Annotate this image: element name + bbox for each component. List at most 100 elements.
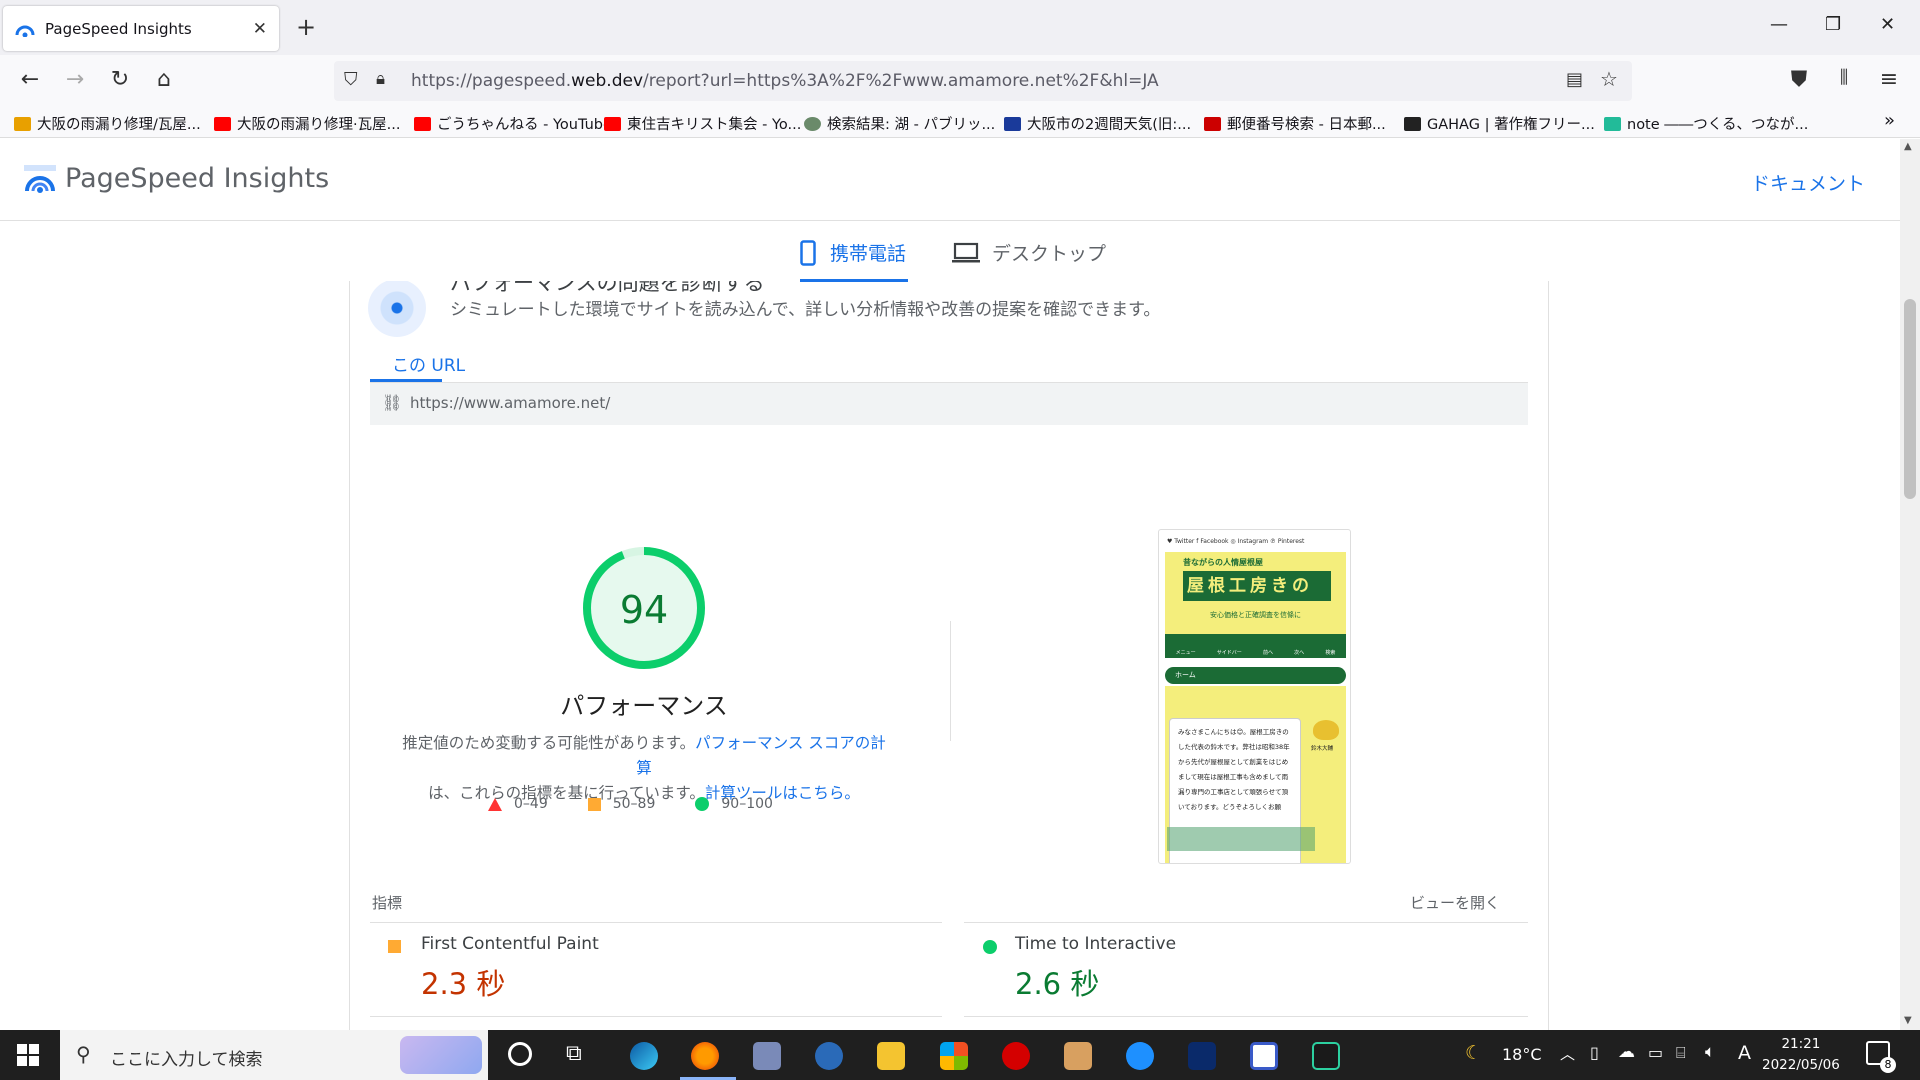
site-logo: 屋根工房きのした xyxy=(1183,571,1331,626)
lock-icon[interactable]: 🔒︎ xyxy=(376,69,385,89)
pagespeed-logo-icon[interactable] xyxy=(24,165,56,193)
volume-icon[interactable]: 🔈︎ xyxy=(1705,1042,1715,1062)
bookmark-item[interactable]: 郵便番号検索 - 日本郵... xyxy=(1204,113,1386,134)
library-icon[interactable]: ⫼ xyxy=(1830,67,1858,88)
battery-icon[interactable]: ▭ xyxy=(1648,1043,1663,1062)
reader-view-icon[interactable]: ▤ xyxy=(1566,69,1583,90)
firefox-icon[interactable] xyxy=(691,1042,719,1070)
page-content: PageSpeed Insights ドキュメント 携帯電話 デスクトップ パフ… xyxy=(0,139,1900,1030)
cortana-icon[interactable] xyxy=(508,1042,532,1066)
performance-score: 94 xyxy=(619,588,669,632)
bookmark-favicon-icon xyxy=(14,116,31,131)
japan-post-icon xyxy=(1204,116,1221,131)
bookmark-item[interactable]: 大阪の雨漏り修理/瓦屋... xyxy=(14,113,201,134)
mascot-image xyxy=(1313,720,1339,740)
tab-mobile[interactable]: 携帯電話 xyxy=(800,239,906,266)
url-text: https://pagespeed.web.dev/report?url=htt… xyxy=(411,71,1159,91)
app-icon[interactable] xyxy=(1126,1042,1154,1070)
youtube-icon xyxy=(604,116,621,131)
close-window-icon[interactable]: ✕ xyxy=(1880,14,1895,35)
final-screenshot: ♥ Twitter f Facebook ◎ Instagram ℗ Pinte… xyxy=(1158,529,1351,864)
gahag-icon xyxy=(1404,116,1421,131)
file-explorer-icon[interactable] xyxy=(877,1042,905,1070)
tab-desktop-label: デスクトップ xyxy=(992,243,1107,265)
site-banner: 昔ながらの人情屋根屋 屋根工房きのした 安心価格と正確調査を信條に xyxy=(1165,552,1346,634)
weather-moon-icon[interactable]: ☾ xyxy=(1465,1042,1482,1064)
search-highlight-image[interactable] xyxy=(400,1036,482,1074)
good-circle-icon xyxy=(983,940,997,954)
scrollbar-thumb[interactable] xyxy=(1904,299,1916,499)
bookmark-item[interactable]: 大阪の雨漏り修理·瓦屋... xyxy=(214,113,400,134)
reload-icon[interactable]: ↻ xyxy=(106,67,134,92)
analyzed-url-row: ⛓ https://www.amamore.net/ xyxy=(370,383,1528,425)
performance-label: パフォーマンス xyxy=(560,692,728,720)
app-icon[interactable] xyxy=(1188,1042,1216,1070)
app-icon[interactable] xyxy=(1250,1042,1278,1070)
bookmark-item[interactable]: GAHAG | 著作権フリー... xyxy=(1404,113,1595,134)
home-icon[interactable]: ⌂ xyxy=(150,67,178,92)
square-icon xyxy=(587,797,601,811)
windows-start-icon[interactable] xyxy=(17,1044,39,1066)
bookmark-item[interactable]: 検索結果: 湖 - パブリッ... xyxy=(804,113,995,134)
legend-average: 50–89 xyxy=(587,796,655,812)
legend-good: 90–100 xyxy=(695,796,773,812)
task-view-icon[interactable]: ⧉ xyxy=(566,1041,582,1066)
tab-desktop[interactable]: デスクトップ xyxy=(952,239,1106,266)
store-icon[interactable] xyxy=(940,1042,968,1070)
restore-icon[interactable]: ❐ xyxy=(1825,14,1841,35)
report-card: パフォーマンスの問題を診断する シミュレートした環境でサイトを読み込んで、詳しい… xyxy=(349,281,1549,1030)
network-icon[interactable]: ⌸ xyxy=(1676,1043,1686,1063)
menu-icon[interactable]: ≡ xyxy=(1875,67,1903,92)
youtube-icon xyxy=(414,116,431,131)
app-icon[interactable] xyxy=(815,1042,843,1070)
psi-title[interactable]: PageSpeed Insights xyxy=(65,163,329,194)
bookmark-item[interactable]: note ――つくる、つなが... xyxy=(1604,113,1808,134)
minimize-icon[interactable]: — xyxy=(1770,14,1788,35)
system-clock[interactable]: 21:21 2022/05/06 xyxy=(1762,1034,1840,1076)
chevron-up-icon[interactable]: ︿ xyxy=(1560,1043,1575,1064)
desc-text: 推定値のため変動する可能性があります。 xyxy=(402,734,696,752)
bookmarks-toolbar: 大阪の雨漏り修理/瓦屋... 大阪の雨漏り修理·瓦屋... ごうちゃんねる - … xyxy=(0,107,1920,138)
expand-view-toggle[interactable]: ビューを開く xyxy=(1410,892,1500,913)
address-bar[interactable]: ⛉ 🔒︎ https://pagespeed.web.dev/report?ur… xyxy=(334,61,1632,101)
pocket-icon[interactable]: ⛊ xyxy=(1785,67,1813,92)
app-icon[interactable] xyxy=(1064,1042,1092,1070)
bookmark-item[interactable]: ごうちゃんねる - YouTube xyxy=(414,113,612,134)
bookmark-item[interactable]: 東住吉キリスト集会 - Yo... xyxy=(604,113,801,134)
site-breadcrumb: ホーム xyxy=(1165,667,1346,684)
bookmark-star-icon[interactable]: ☆ xyxy=(1600,67,1618,91)
scroll-up-icon[interactable]: ▲ xyxy=(1904,141,1912,152)
mascot-name: 鈴木大輔 xyxy=(1311,746,1334,752)
forward-icon[interactable]: → xyxy=(61,67,89,92)
ime-indicator[interactable]: A xyxy=(1738,1042,1751,1064)
bookmark-item[interactable]: 大阪市の2週間天気(旧:... xyxy=(1004,113,1191,134)
edge-icon[interactable] xyxy=(630,1042,658,1070)
more-bookmarks-icon[interactable]: » xyxy=(1884,110,1895,131)
scroll-down-icon[interactable]: ▼ xyxy=(1904,1015,1912,1026)
psi-header: PageSpeed Insights ドキュメント xyxy=(0,139,1900,221)
weather-temperature[interactable]: 18°C xyxy=(1502,1045,1542,1064)
tab-this-url[interactable]: この URL xyxy=(392,351,465,376)
metric-name: First Contentful Paint xyxy=(421,934,599,954)
taskbar-search[interactable]: ⚲ ここに入力して検索 xyxy=(60,1030,488,1080)
close-tab-icon[interactable]: ✕ xyxy=(253,19,267,39)
search-placeholder: ここに入力して検索 xyxy=(110,1050,263,1070)
device-icon[interactable]: ▯ xyxy=(1590,1043,1599,1062)
onedrive-icon[interactable]: ☁ xyxy=(1618,1042,1635,1062)
metric-name: Time to Interactive xyxy=(1015,934,1177,954)
device-tabs: 携帯電話 デスクトップ xyxy=(0,221,1900,282)
back-icon[interactable]: ← xyxy=(16,67,44,92)
score-legend: 0–49 50–89 90–100 xyxy=(488,796,773,812)
app-icon[interactable] xyxy=(1312,1042,1340,1070)
legend-poor: 0–49 xyxy=(488,796,548,812)
app-icon[interactable] xyxy=(753,1042,781,1070)
shield-icon[interactable]: ⛉ xyxy=(344,69,358,90)
documentation-link[interactable]: ドキュメント xyxy=(1751,169,1865,196)
divider xyxy=(964,922,1528,923)
app-icon[interactable] xyxy=(1002,1042,1030,1070)
performance-description: 推定値のため変動する可能性があります。パフォーマンス スコアの計算 は、これらの… xyxy=(400,731,888,806)
page-scrollbar[interactable]: ▲ ▼ xyxy=(1900,139,1920,1030)
link-icon: ⛓ xyxy=(382,393,403,412)
browser-tab[interactable]: PageSpeed Insights ✕ xyxy=(3,6,279,51)
new-tab-button[interactable]: + xyxy=(296,13,316,41)
